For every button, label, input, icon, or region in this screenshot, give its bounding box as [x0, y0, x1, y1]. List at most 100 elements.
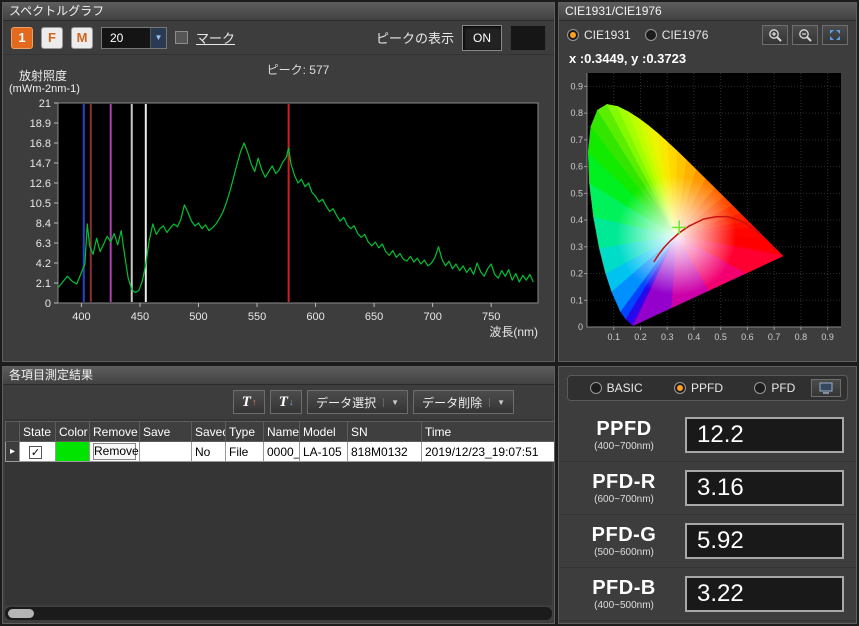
column-header-remove[interactable]: Remove [90, 422, 140, 442]
y-tick-label: 12.6 [30, 178, 51, 190]
x-tick-label: 650 [365, 311, 383, 323]
magnifier-minus-icon [798, 28, 812, 42]
x-tick-label: 600 [306, 311, 324, 323]
column-header-time[interactable]: Time [422, 422, 556, 442]
metric-row-pfd-r: PFD-R(600~700nm)3.16 [559, 462, 856, 515]
column-header-sn[interactable]: SN [348, 422, 422, 442]
radio-cie1931[interactable]: CIE1931 [567, 28, 631, 42]
app-window: { "colors": { "accent_orange": "#ffa020"… [0, 0, 859, 626]
cie-y-tick-label: 0.6 [570, 162, 583, 172]
spectrum-toolbar: 1 F M 20 ▼ マーク ピークの表示 ON [3, 21, 554, 55]
column-header-color[interactable]: Color [56, 422, 90, 442]
mark-label[interactable]: マーク [196, 28, 235, 47]
chevron-down-icon: ▼ [150, 28, 166, 48]
data-select-dropdown[interactable]: データ選択 ▼ [307, 390, 408, 414]
cell-remove[interactable]: Remove [90, 442, 140, 462]
mode-radio-basic[interactable]: BASIC [590, 381, 643, 395]
column-header-name[interactable]: Name [264, 422, 300, 442]
display-button[interactable] [811, 379, 841, 397]
x-tick-label: 450 [131, 311, 149, 323]
chromaticity-coordinates: x :0.3449, y :0.3723 [559, 49, 856, 67]
peak-display-label: ピークの表示 [376, 28, 454, 47]
radio-unselected-icon [754, 382, 766, 394]
column-header-model[interactable]: Model [300, 422, 348, 442]
radio-selected-icon [567, 29, 579, 41]
results-panel-title: 各項目測定結果 [3, 367, 554, 385]
arrow-up-icon: ↑ [252, 397, 257, 407]
radio-selected-icon [674, 382, 686, 394]
x-tick-label: 750 [482, 311, 500, 323]
cie-origin-label: 0 [578, 322, 583, 332]
results-table: StateColorRemoveSaveSavedTypeNameModelSN… [5, 421, 555, 462]
y-tick-label: 16.8 [30, 138, 51, 150]
y-tick-label: 6.3 [36, 238, 51, 250]
t-letter: T [242, 394, 251, 411]
cell-sn: 818M0132 [348, 442, 422, 462]
y-tick-label: 21 [39, 99, 51, 110]
cie-x-tick-label: 0.1 [607, 332, 620, 342]
metric-wavelength-range: (500~600nm) [563, 547, 685, 558]
metric-row-ppfd: PPFD(400~700nm)12.2 [559, 409, 856, 462]
x-tick-label: 550 [248, 311, 266, 323]
mark-checkbox[interactable] [175, 31, 188, 44]
cie-y-tick-label: 0.8 [570, 108, 583, 118]
font-size-decrease-button[interactable]: T ↓ [270, 390, 302, 414]
radio-cie1976[interactable]: CIE1976 [645, 28, 709, 42]
zoom-fit-button[interactable] [822, 25, 848, 45]
metric-label: PFD-R(600~700nm) [563, 471, 685, 505]
cell-color[interactable] [56, 442, 90, 462]
state-checkbox[interactable]: ✓ [29, 446, 42, 459]
metric-value: 12.2 [685, 417, 844, 453]
chevron-down-icon: ▼ [383, 398, 399, 407]
y-tick-label: 4.2 [36, 258, 51, 270]
y-tick-label: 18.9 [30, 118, 51, 130]
cell-model: LA-105 [300, 442, 348, 462]
cell-time: 2019/12/23_19:07:51 [422, 442, 556, 462]
cie-y-tick-label: 0.7 [570, 135, 583, 145]
peak-display-toggle-slot[interactable] [510, 25, 546, 51]
peak-value-label: ピーク: 577 [63, 61, 533, 78]
zoom-in-button[interactable] [762, 25, 788, 45]
fit-arrows-icon [828, 28, 842, 42]
row-selector-header[interactable] [6, 422, 20, 442]
count-dropdown[interactable]: 20 ▼ [101, 27, 167, 49]
mode-radio-pfd[interactable]: PFD [754, 381, 795, 395]
y-axis-unit: (mWm-2nm-1) [9, 83, 80, 95]
monitor-icon [819, 382, 833, 394]
cie-x-tick-label: 0.6 [741, 332, 754, 342]
x-tick-label: 400 [72, 311, 90, 323]
display-mode-m-button[interactable]: M [71, 27, 93, 49]
mode-radio-label: PFD [771, 381, 795, 395]
data-delete-dropdown[interactable]: データ削除 ▼ [413, 390, 514, 414]
column-header-save[interactable]: Save [140, 422, 192, 442]
y-tick-label: 0 [45, 298, 51, 310]
metric-wavelength-range: (400~700nm) [563, 441, 685, 452]
font-size-increase-button[interactable]: T ↑ [233, 390, 265, 414]
spectrum-plot-area [58, 103, 538, 303]
radio-cie1931-label: CIE1931 [584, 28, 631, 42]
spectrum-panel-title: スペクトルグラフ [3, 3, 554, 21]
mode-radio-ppfd[interactable]: PPFD [674, 381, 723, 395]
y-axis-title: 放射照度 [19, 67, 67, 84]
cell-state[interactable]: ✓ [20, 442, 56, 462]
magnifier-plus-icon [768, 28, 782, 42]
remove-button[interactable]: Remove [93, 443, 136, 460]
horizontal-scrollbar[interactable] [5, 607, 552, 620]
cie-y-tick-label: 0.2 [570, 269, 583, 279]
cie-x-tick-label: 0.9 [821, 332, 834, 342]
cell-save[interactable] [140, 442, 192, 462]
display-mode-f-button[interactable]: F [41, 27, 63, 49]
display-mode-1-button[interactable]: 1 [11, 27, 33, 49]
column-header-type[interactable]: Type [226, 422, 264, 442]
peak-display-on-button[interactable]: ON [462, 25, 502, 51]
scrollbar-thumb[interactable] [8, 609, 34, 618]
row-selector[interactable]: ▸ [6, 442, 20, 462]
column-header-saved[interactable]: Saved [192, 422, 226, 442]
metric-label: PFD-G(500~600nm) [563, 524, 685, 558]
zoom-out-button[interactable] [792, 25, 818, 45]
column-header-state[interactable]: State [20, 422, 56, 442]
spectrum-chart: 2118.916.814.712.610.58.46.34.22.1040045… [3, 99, 555, 341]
cie-y-tick-label: 0.1 [570, 295, 583, 305]
zoom-buttons [762, 25, 848, 45]
cell-name: 0000_ [264, 442, 300, 462]
